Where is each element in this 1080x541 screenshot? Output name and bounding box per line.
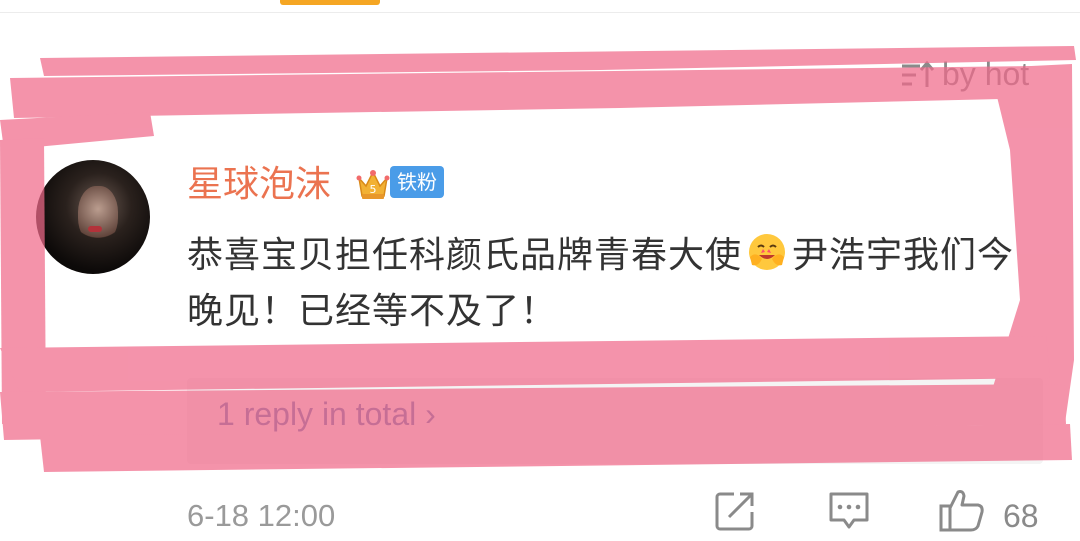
like-count: 68 — [1003, 498, 1039, 534]
comment-icon[interactable] — [826, 488, 872, 534]
hug-emoji-icon — [749, 234, 786, 270]
comment-time: 6-18 12:00 — [187, 498, 336, 533]
sort-label: by hot — [942, 56, 1030, 92]
username[interactable]: 星球泡沫 — [187, 163, 331, 207]
comment-text-part1: 恭喜宝贝担任科颜氏品牌青春大使 — [187, 235, 743, 276]
comment-text: 恭喜宝贝担任科颜氏品牌青春大使 尹浩宇我们今晚见！已经等不及了！ — [187, 228, 1017, 340]
like-thumb-icon[interactable] — [938, 488, 986, 534]
share-icon[interactable] — [712, 488, 758, 534]
view-replies-link[interactable]: 1 reply in total › — [217, 394, 436, 434]
crown-icon: 5 — [356, 170, 390, 199]
active-tab-indicator — [280, 0, 380, 5]
sort-by-hot-button[interactable]: by hot — [900, 56, 1029, 93]
avatar[interactable] — [36, 160, 150, 274]
top-bar — [0, 0, 1080, 13]
svg-text:5: 5 — [370, 183, 377, 196]
sort-icon — [902, 60, 934, 87]
fan-badge: 铁粉 — [390, 166, 444, 198]
